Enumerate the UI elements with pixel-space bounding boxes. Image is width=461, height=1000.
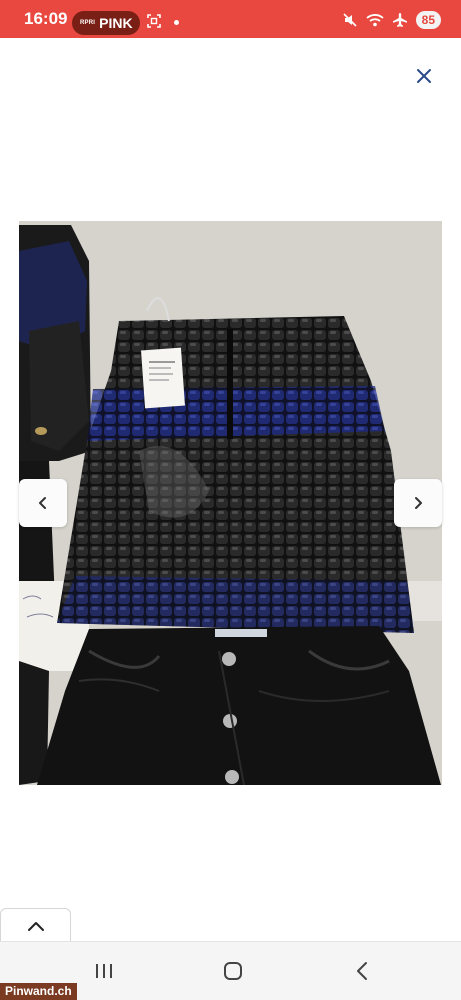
next-image-button[interactable] <box>394 479 442 527</box>
chevron-up-icon <box>27 922 44 931</box>
back-button[interactable] <box>347 956 377 986</box>
recent-apps-icon <box>96 964 112 978</box>
close-button[interactable] <box>410 62 438 90</box>
watermark: Pinwand.ch <box>0 983 77 1000</box>
carrier-pill-small: RPRI <box>80 20 96 26</box>
chevron-right-icon <box>415 497 422 509</box>
battery-indicator: 85 <box>415 11 441 29</box>
carrier-pill-label: PINK <box>99 15 133 31</box>
product-photo <box>19 221 442 785</box>
status-bar: 16:09 RPRI PINK 85 <box>0 0 461 38</box>
status-time: 16:09 <box>24 9 68 28</box>
notification-dot <box>174 20 179 25</box>
carrier-pill: RPRI PINK <box>72 11 140 35</box>
recent-apps-button[interactable] <box>89 956 119 986</box>
chevron-left-icon <box>39 497 46 509</box>
previous-image-button[interactable] <box>19 479 67 527</box>
mute-icon <box>343 13 357 27</box>
back-icon <box>357 962 367 980</box>
close-icon <box>417 69 431 83</box>
airplane-icon <box>392 13 407 27</box>
collapse-panel-button[interactable] <box>0 908 71 943</box>
home-icon <box>224 962 242 980</box>
home-button[interactable] <box>218 956 248 986</box>
photo-illustration <box>19 221 442 785</box>
scan-icon <box>147 14 161 28</box>
wifi-icon <box>366 14 384 27</box>
